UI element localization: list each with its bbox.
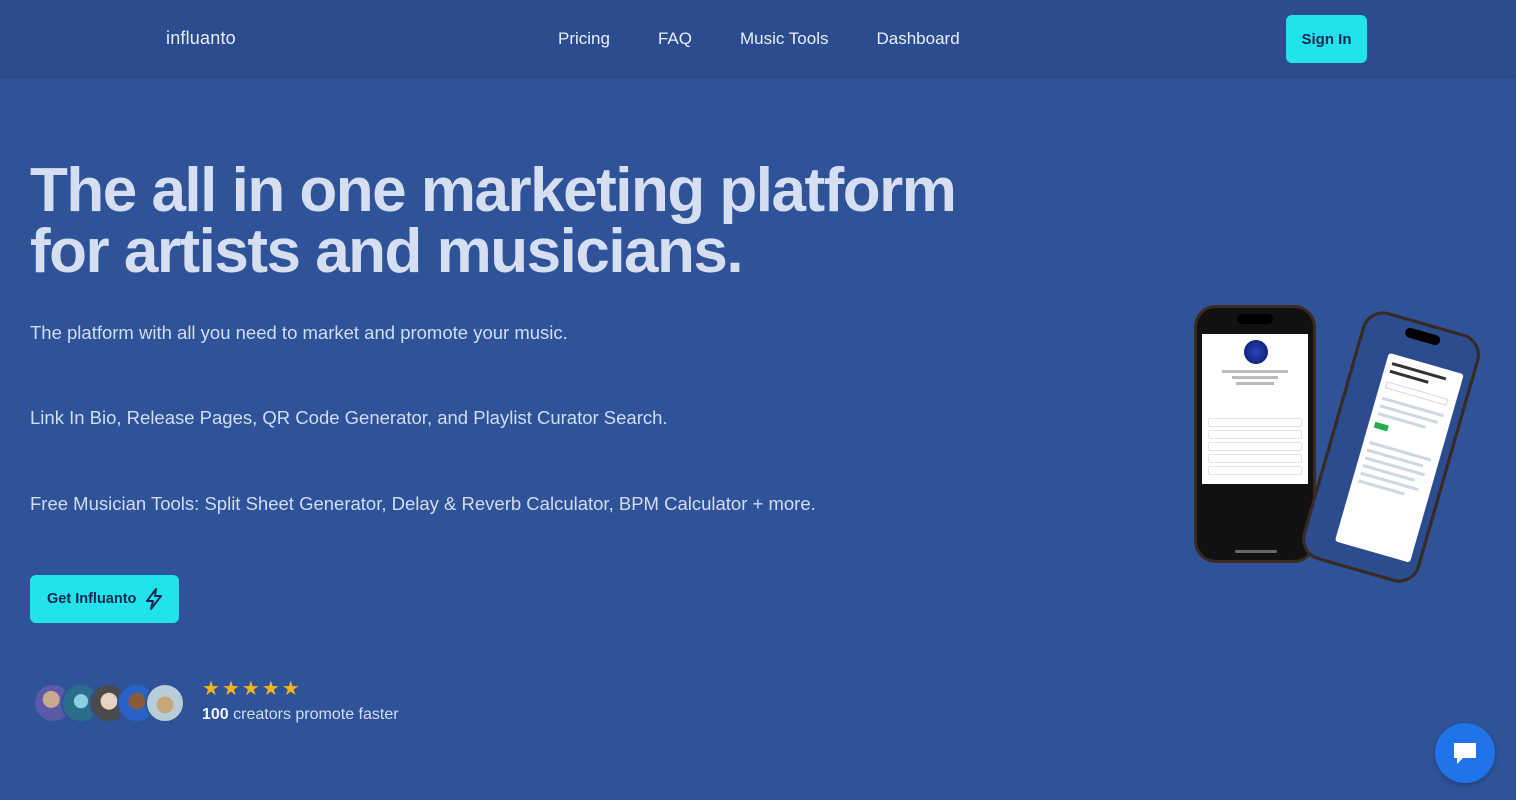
phone-mockup-playlist-search — [1296, 306, 1486, 588]
phone-notch — [1237, 314, 1273, 324]
profile-avatar — [1244, 340, 1268, 364]
profile-text — [1222, 370, 1288, 373]
profile-text — [1232, 376, 1278, 379]
nav-link-dashboard[interactable]: Dashboard — [876, 29, 959, 49]
rating-stars: ★ ★ ★ ★ ★ — [202, 679, 300, 699]
star-icon: ★ — [221, 678, 240, 700]
hero-headline: The all in one marketing platform for ar… — [30, 160, 990, 283]
star-icon: ★ — [202, 678, 220, 700]
creator-avatars — [33, 683, 185, 723]
nav-link-pricing[interactable]: Pricing — [558, 29, 610, 49]
link-row — [1208, 466, 1302, 475]
hero-free-tools: Free Musician Tools: Split Sheet Generat… — [30, 493, 816, 514]
sign-in-button[interactable]: Sign In — [1286, 15, 1367, 63]
link-row — [1208, 454, 1302, 463]
link-row — [1208, 418, 1302, 427]
social-proof-label: creators promote faster — [233, 706, 399, 723]
top-navbar: influanto Pricing FAQ Music Tools Dashbo… — [0, 0, 1516, 79]
phone-home-bar — [1235, 550, 1277, 553]
nav-link-faq[interactable]: FAQ — [658, 29, 692, 49]
phone-screen — [1300, 309, 1482, 585]
lightning-bolt-icon — [146, 588, 163, 610]
star-icon: ★ — [261, 678, 280, 700]
card-badge — [1373, 421, 1389, 432]
hero-subtitle: The platform with all you need to market… — [30, 322, 568, 343]
logo[interactable]: influanto — [166, 28, 236, 49]
chat-button[interactable] — [1435, 723, 1495, 783]
hero-headline-line2: for artists and musicians. — [30, 217, 744, 286]
social-proof-text: 100 creators promote faster — [202, 706, 399, 724]
star-icon: ★ — [241, 678, 260, 700]
creator-count: 100 — [202, 706, 229, 723]
playlist-card — [1334, 352, 1464, 563]
phone-screen — [1202, 334, 1308, 484]
link-row — [1208, 442, 1302, 451]
get-influanto-label: Get Influanto — [47, 591, 137, 607]
hero-headline-line1: The all in one marketing platform — [30, 156, 957, 225]
star-icon: ★ — [281, 678, 300, 700]
link-row — [1208, 430, 1302, 439]
hero-features: Link In Bio, Release Pages, QR Code Gene… — [30, 407, 668, 428]
nav-link-music-tools[interactable]: Music Tools — [740, 29, 829, 49]
avatar — [145, 683, 185, 723]
profile-text — [1236, 382, 1274, 385]
get-influanto-button[interactable]: Get Influanto — [30, 575, 179, 623]
phone-mockup-link-in-bio — [1194, 305, 1316, 563]
nav-links: Pricing FAQ Music Tools Dashboard — [558, 29, 1008, 49]
chat-bubble-icon — [1454, 743, 1476, 764]
